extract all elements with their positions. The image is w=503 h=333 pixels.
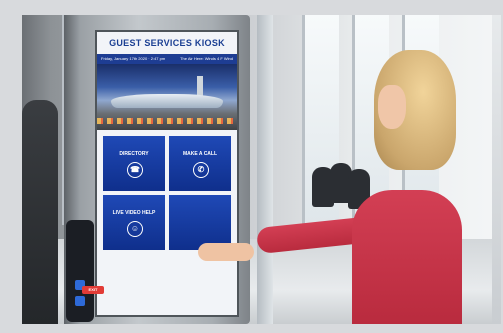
tile-label: DIRECTORY: [119, 151, 149, 157]
kiosk-weather: The Air Here: Winds 4 F Wind: [180, 56, 233, 61]
background-person: [22, 100, 58, 324]
kiosk-screen[interactable]: GUEST SERVICES KIOSK Friday, January 17t…: [95, 30, 239, 317]
photo-frame: GUEST SERVICES KIOSK Friday, January 17t…: [0, 0, 503, 333]
kiosk-info-bar: Friday, January 17th 2020 · 2:47 pm The …: [97, 54, 237, 64]
woman-hand: [198, 243, 254, 261]
kiosk-date: Friday, January 17th 2020 · 2:47 pm: [101, 56, 166, 61]
terminal-building: [111, 94, 223, 108]
pillar: [257, 15, 273, 324]
tile-label: LIVE VIDEO HELP: [112, 210, 156, 216]
handset-button[interactable]: [75, 296, 85, 306]
airport-terminal-image: [97, 64, 237, 130]
phone-book-icon: ☎: [127, 162, 143, 178]
live-video-help-tile[interactable]: LIVE VIDEO HELP ☺: [103, 195, 165, 250]
person-icon: ☺: [127, 221, 143, 237]
make-a-call-tile[interactable]: MAKE A CALL ✆: [169, 136, 231, 191]
directory-tile[interactable]: DIRECTORY ☎: [103, 136, 165, 191]
woman-red-shirt: [352, 190, 462, 324]
phone-icon: ✆: [193, 162, 209, 178]
blank-tile[interactable]: [169, 195, 231, 250]
kiosk-handset[interactable]: [66, 220, 94, 322]
airport-photo: GUEST SERVICES KIOSK Friday, January 17t…: [22, 15, 501, 324]
woman-face: [378, 85, 406, 129]
traffic-lights: [97, 118, 237, 124]
exit-button[interactable]: EXIT: [82, 286, 104, 294]
kiosk-title: GUEST SERVICES KIOSK: [109, 38, 225, 48]
tile-label: MAKE A CALL: [182, 151, 218, 157]
right-wall-panel: [492, 15, 501, 324]
kiosk-menu-grid: DIRECTORY ☎ MAKE A CALL ✆ LIVE VIDEO HEL…: [97, 130, 237, 250]
